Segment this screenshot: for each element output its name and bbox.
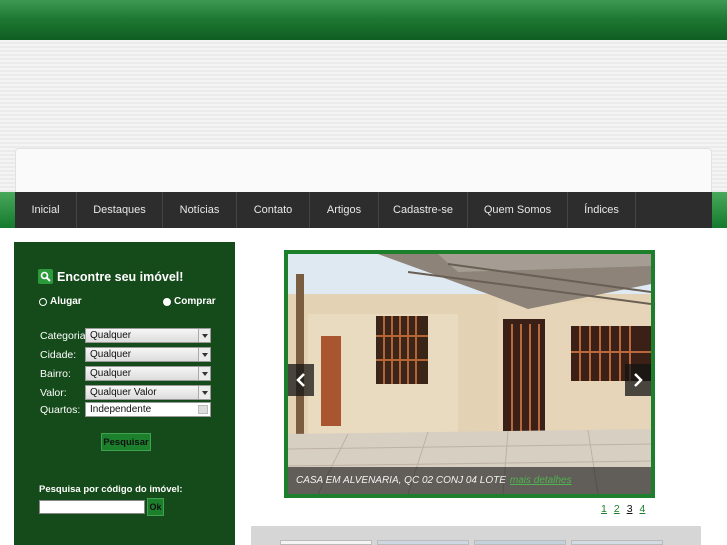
thumbnail-2[interactable] bbox=[377, 540, 469, 545]
slide-caption: CASA EM ALVENARIA, QC 02 CONJ 04 LOTE ma… bbox=[288, 467, 651, 494]
bairro-select[interactable]: Qualquer bbox=[85, 366, 211, 381]
search-panel-title-text: Encontre seu imóvel! bbox=[57, 269, 184, 284]
radio-alugar[interactable]: Alugar bbox=[39, 296, 82, 307]
page-link-3[interactable]: 3 bbox=[627, 503, 633, 515]
property-search-panel: Encontre seu imóvel! Alugar Comprar Cate… bbox=[14, 242, 235, 545]
valor-label: Valor: bbox=[40, 387, 67, 399]
code-search-ok-button[interactable]: Ok bbox=[147, 498, 164, 516]
header-banner bbox=[15, 148, 712, 192]
valor-select[interactable]: Qualquer Valor bbox=[85, 385, 211, 400]
main-navbar: Inicial Destaques Notícias Contato Artig… bbox=[15, 192, 712, 228]
radio-comprar-circle[interactable] bbox=[163, 297, 171, 306]
dropdown-toggle-icon[interactable] bbox=[198, 405, 208, 414]
nav-item-quem-somos[interactable]: Quem Somos bbox=[468, 192, 568, 228]
quartos-label: Quartos: bbox=[40, 404, 81, 416]
bairro-label: Bairro: bbox=[40, 368, 71, 380]
nav-item-noticias[interactable]: Notícias bbox=[163, 192, 237, 228]
property-code-input[interactable] bbox=[39, 500, 145, 514]
thumbnail-4[interactable] bbox=[571, 540, 663, 545]
code-search-label: Pesquisa por código do imóvel: bbox=[39, 484, 183, 495]
radio-comprar-label: Comprar bbox=[174, 296, 216, 307]
thumbnail-strip bbox=[251, 526, 701, 545]
quartos-select[interactable]: Independente bbox=[85, 402, 211, 417]
slider-prev-button[interactable] bbox=[288, 364, 314, 396]
chevron-down-icon[interactable] bbox=[198, 367, 210, 380]
slider-pagination: 1 2 3 4 bbox=[601, 503, 645, 515]
page-link-2[interactable]: 2 bbox=[614, 503, 620, 515]
chevron-left-icon bbox=[296, 373, 305, 387]
cidade-label: Cidade: bbox=[40, 349, 77, 361]
chevron-down-icon[interactable] bbox=[198, 329, 210, 342]
radio-alugar-circle[interactable] bbox=[39, 297, 47, 306]
nav-item-cadastre-se[interactable]: Cadastre-se bbox=[379, 192, 468, 228]
property-photo[interactable] bbox=[288, 254, 651, 494]
page-link-1[interactable]: 1 bbox=[601, 503, 607, 515]
quartos-value: Independente bbox=[90, 404, 152, 415]
thumbnail-3[interactable] bbox=[474, 540, 566, 545]
nav-item-inicial[interactable]: Inicial bbox=[15, 192, 77, 228]
pesquisar-button[interactable]: Pesquisar bbox=[101, 433, 151, 451]
navbar-edge-left bbox=[0, 192, 16, 228]
categoria-value: Qualquer bbox=[90, 330, 132, 341]
nav-item-artigos[interactable]: Artigos bbox=[310, 192, 379, 228]
slider-next-button[interactable] bbox=[625, 364, 651, 396]
chevron-down-icon[interactable] bbox=[198, 386, 210, 399]
featured-property-slider: CASA EM ALVENARIA, QC 02 CONJ 04 LOTE ma… bbox=[284, 250, 655, 498]
more-details-link[interactable]: mais detalhes bbox=[510, 475, 572, 486]
search-panel-title: Encontre seu imóvel! bbox=[38, 269, 183, 284]
top-green-band bbox=[0, 0, 727, 40]
cidade-select[interactable]: Qualquer bbox=[85, 347, 211, 362]
categoria-select[interactable]: Qualquer bbox=[85, 328, 211, 343]
chevron-down-icon[interactable] bbox=[198, 348, 210, 361]
page-link-4[interactable]: 4 bbox=[640, 503, 646, 515]
nav-item-indices[interactable]: Índices bbox=[568, 192, 636, 228]
cidade-value: Qualquer bbox=[90, 349, 132, 360]
categoria-label: Categoria: bbox=[40, 330, 89, 342]
thumbnail-1[interactable] bbox=[280, 540, 372, 545]
valor-value: Qualquer Valor bbox=[90, 387, 157, 398]
bairro-value: Qualquer bbox=[90, 368, 132, 379]
slide-caption-text: CASA EM ALVENARIA, QC 02 CONJ 04 LOTE bbox=[296, 475, 506, 486]
radio-comprar[interactable]: Comprar bbox=[163, 296, 216, 307]
chevron-right-icon bbox=[634, 373, 643, 387]
navbar-edge-right bbox=[712, 192, 727, 228]
nav-item-contato[interactable]: Contato bbox=[237, 192, 310, 228]
radio-alugar-label: Alugar bbox=[50, 296, 82, 307]
nav-item-destaques[interactable]: Destaques bbox=[77, 192, 163, 228]
search-icon bbox=[38, 269, 53, 284]
